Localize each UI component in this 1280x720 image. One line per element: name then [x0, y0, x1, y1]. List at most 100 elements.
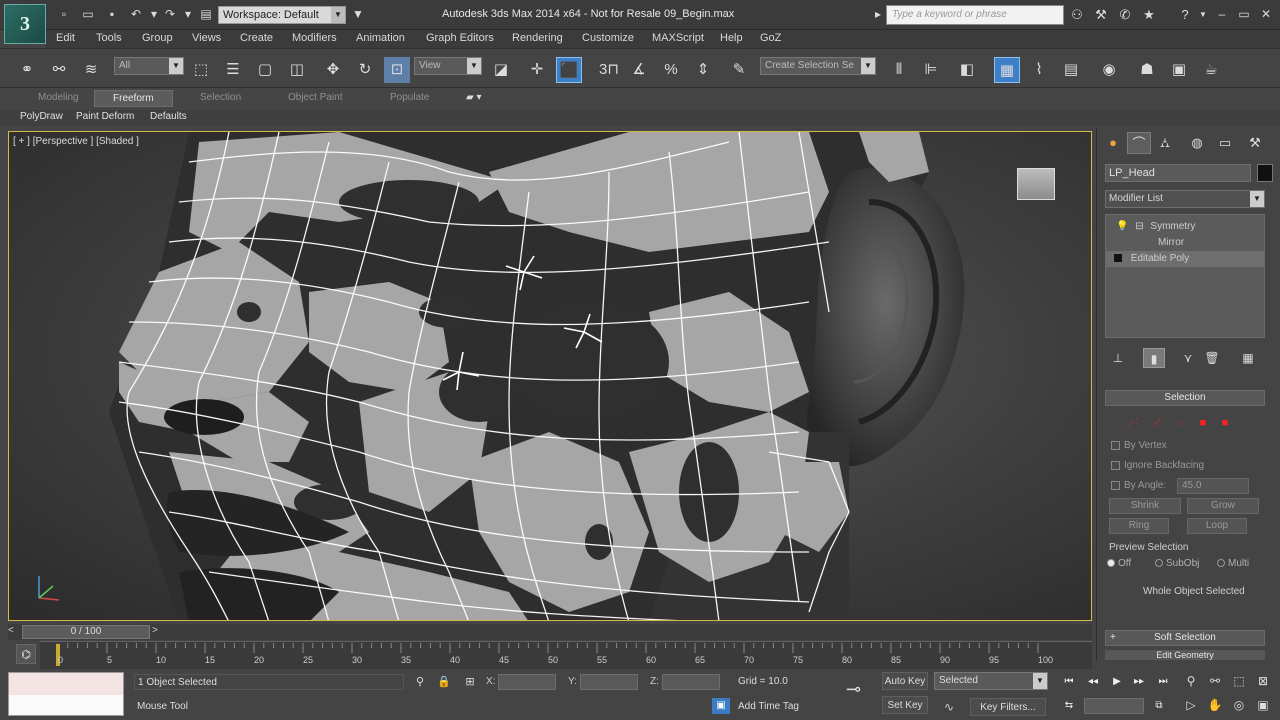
border-mode-icon[interactable]: ◌ [1173, 416, 1189, 430]
menu-group[interactable]: Group [142, 32, 173, 44]
select-by-name-icon[interactable]: ☰ [220, 57, 246, 83]
undo-dropdown-icon[interactable]: ▾ [146, 6, 162, 22]
by-vertex-checkbox[interactable]: By Vertex [1111, 438, 1261, 454]
stack-item-editable-poly[interactable]: Editable Poly [1106, 251, 1264, 267]
menu-animation[interactable]: Animation [356, 32, 405, 44]
open-file-icon[interactable]: ▭ [80, 6, 96, 22]
zoom-extents-all-icon[interactable]: ⊠ [1252, 672, 1274, 690]
viewcube[interactable] [1017, 168, 1055, 200]
schematic-view-icon[interactable]: ▤ [1058, 57, 1084, 83]
set-key-mode-icon[interactable]: ⊸ [846, 680, 861, 698]
redo-icon[interactable]: ↷ [162, 6, 178, 22]
tab-selection[interactable]: Selection [200, 92, 241, 103]
show-end-result-icon[interactable]: ▮ [1143, 348, 1165, 368]
viewport-label[interactable]: [ + ] [Perspective ] [Shaded ] [13, 136, 139, 147]
grow-button[interactable]: Grow [1187, 498, 1259, 514]
menu-tools[interactable]: Tools [96, 32, 122, 44]
selection-filter-dropdown[interactable]: All ▼ [114, 57, 184, 75]
subtab-polydraw[interactable]: PolyDraw [20, 111, 63, 122]
edit-named-selection-icon[interactable]: ✎ [726, 57, 752, 83]
auto-key-button[interactable]: Auto Key [882, 672, 928, 690]
maxscript-input[interactable] [9, 695, 123, 715]
edge-mode-icon[interactable]: ⟋ [1149, 416, 1165, 430]
element-mode-icon[interactable]: ■ [1217, 416, 1233, 430]
field-of-view-icon[interactable]: ▷ [1180, 696, 1202, 714]
save-file-icon[interactable]: ▪ [104, 6, 120, 22]
edit-geometry-rollout-header[interactable]: Edit Geometry [1105, 650, 1265, 660]
manipulate-icon[interactable]: ✛ [524, 57, 550, 83]
loop-button[interactable]: Loop [1187, 518, 1247, 534]
current-frame-field[interactable] [1084, 698, 1144, 714]
rendered-frame-window-icon[interactable]: ▣ [1166, 57, 1192, 83]
quick-access-dropdown-icon[interactable]: ▼ [350, 6, 366, 22]
previous-frame-icon[interactable]: ◂◂ [1082, 674, 1104, 690]
spinner-snap-icon[interactable]: ⇕ [690, 57, 716, 83]
create-tab-icon[interactable]: ● [1101, 132, 1125, 154]
zoom-extents-icon[interactable]: ⬚ [1228, 672, 1250, 690]
reference-coordinate-dropdown[interactable]: View ▼ [414, 57, 482, 75]
next-frame-icon[interactable]: ▸▸ [1128, 674, 1150, 690]
maximize-icon[interactable]: ▭ [1234, 5, 1254, 23]
angle-spinner[interactable]: 45.0 [1177, 478, 1249, 494]
key-set-dropdown[interactable]: Selected ▼ [934, 672, 1048, 690]
vertex-mode-icon[interactable]: ⋰ [1125, 416, 1141, 430]
play-icon[interactable]: ▶ [1106, 674, 1128, 690]
communication-icon[interactable]: ✆ [1116, 6, 1134, 24]
link-icon[interactable]: ⚭ [14, 57, 40, 83]
hierarchy-tab-icon[interactable]: ⛼ [1153, 132, 1177, 154]
rectangular-selection-icon[interactable]: ▢ [252, 57, 278, 83]
menu-edit[interactable]: Edit [56, 32, 75, 44]
y-coordinate-field[interactable] [580, 674, 638, 690]
undo-icon[interactable]: ↶ [128, 6, 144, 22]
remove-modifier-icon[interactable]: 🗑 [1201, 348, 1223, 368]
preview-multi-radio[interactable]: Multi [1217, 558, 1249, 569]
mirror-icon[interactable]: ⫴ [886, 57, 912, 83]
expand-icon[interactable]: ⊟ [1135, 221, 1143, 232]
scale-icon[interactable]: ⊡ [384, 57, 410, 83]
ring-button[interactable]: Ring [1109, 518, 1169, 534]
menu-views[interactable]: Views [192, 32, 221, 44]
lightbulb-icon[interactable]: 💡 [1116, 221, 1128, 232]
workspace-dropdown[interactable]: Workspace: Default ▼ [218, 6, 346, 24]
percent-snap-icon[interactable]: % [658, 57, 684, 83]
stack-item-symmetry[interactable]: 💡 ⊟ Symmetry [1106, 219, 1264, 235]
zoom-icon[interactable]: ⚲ [1180, 672, 1202, 690]
selection-rollout-header[interactable]: Selection [1105, 390, 1265, 406]
x-coordinate-field[interactable] [498, 674, 556, 690]
close-icon[interactable]: ✕ [1256, 5, 1276, 23]
app-logo-icon[interactable]: 3 [4, 4, 46, 44]
time-slider-prev-icon[interactable]: < [8, 625, 14, 636]
layer-manager-icon[interactable]: ◧ [954, 57, 980, 83]
unlink-icon[interactable]: ⚯ [46, 57, 72, 83]
render-production-icon[interactable]: ☕ [1198, 57, 1224, 83]
time-slider-next-icon[interactable]: > [152, 625, 158, 636]
perspective-viewport[interactable]: [ + ] [Perspective ] [Shaded ] [8, 131, 1092, 621]
track-bar[interactable] [40, 641, 1092, 669]
collapse-arrow-icon[interactable]: ▸ [870, 6, 886, 22]
help-icon[interactable]: ? [1176, 6, 1194, 24]
angle-snap-icon[interactable]: ∡ [626, 57, 652, 83]
pivot-center-icon[interactable]: ◪ [488, 57, 514, 83]
soft-selection-rollout-header[interactable]: + Soft Selection [1105, 630, 1265, 646]
subtab-defaults[interactable]: Defaults [150, 111, 187, 122]
preview-subobj-radio[interactable]: SubObj [1155, 558, 1199, 569]
z-coordinate-field[interactable] [662, 674, 720, 690]
graphite-ribbon-icon[interactable]: ▦ [994, 57, 1020, 83]
set-key-button[interactable]: Set Key [882, 696, 928, 714]
modify-tab-icon[interactable]: ⌒ [1127, 132, 1151, 154]
snaps-toggle-icon[interactable]: 3⊓ [592, 57, 626, 83]
preview-off-radio[interactable]: Off [1107, 558, 1131, 569]
display-tab-icon[interactable]: ▭ [1213, 132, 1237, 154]
bind-space-warp-icon[interactable]: ≋ [78, 57, 104, 83]
time-slider[interactable]: < 0 / 100 > [8, 624, 1092, 640]
tab-populate[interactable]: Populate [390, 92, 429, 103]
favorites-star-icon[interactable]: ★ [1140, 6, 1158, 24]
rotate-icon[interactable]: ↻ [352, 57, 378, 83]
polygon-mode-icon[interactable]: ■ [1195, 416, 1211, 430]
key-curve-icon[interactable]: ∿ [938, 698, 960, 716]
move-icon[interactable]: ✥ [320, 57, 346, 83]
add-time-tag-button[interactable]: Add Time Tag [738, 701, 799, 712]
configure-modifier-sets-icon[interactable]: ▦ [1237, 348, 1259, 368]
absolute-mode-icon[interactable]: ⊞ [462, 674, 478, 690]
time-slider-thumb[interactable]: 0 / 100 [22, 625, 150, 639]
